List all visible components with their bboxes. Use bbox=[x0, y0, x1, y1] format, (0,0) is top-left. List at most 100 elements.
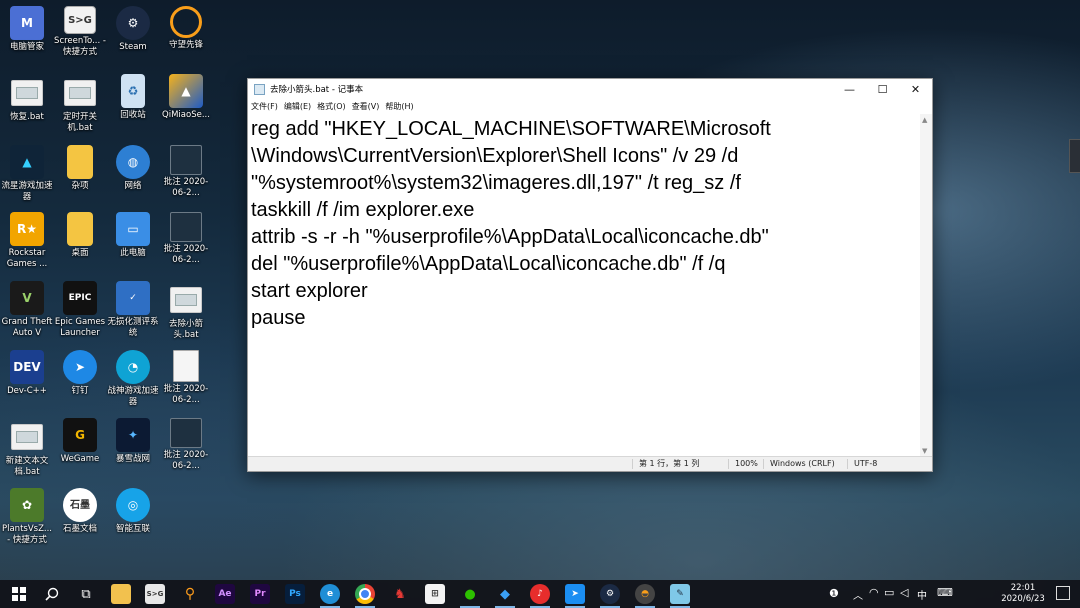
desktop-icon-wegame[interactable]: G WeGame bbox=[53, 418, 107, 465]
menu-format[interactable]: 格式(O) bbox=[317, 101, 346, 112]
menu-help[interactable]: 帮助(H) bbox=[385, 101, 413, 112]
input-language[interactable]: 中 bbox=[917, 587, 927, 602]
desktop-icon-label: 回收站 bbox=[120, 110, 146, 120]
meteor-accelerator-icon: ▲ bbox=[10, 145, 44, 179]
desktop-icon-screenshot-3[interactable]: 批注 2020-06-2... bbox=[159, 350, 213, 406]
side-widget[interactable] bbox=[1069, 139, 1080, 173]
desktop-icon-screenshot-2[interactable]: 批注 2020-06-2... bbox=[159, 212, 213, 266]
menu-edit[interactable]: 编辑(E) bbox=[284, 101, 311, 112]
desktop-icon-smart-connect[interactable]: ◎ 智能互联 bbox=[106, 488, 160, 535]
window-title: 去除小箭头.bat - 记事本 bbox=[270, 85, 364, 95]
desktop-icon-remove-arrow-bat[interactable]: 去除小箭头.bat bbox=[159, 281, 213, 341]
desktop-icon-screenshot-4[interactable]: 批注 2020-06-2... bbox=[159, 418, 213, 472]
ime-icon[interactable]: ⌨ bbox=[937, 586, 953, 599]
maximize-button[interactable]: ☐ bbox=[866, 79, 899, 99]
desktop-icon-devcpp[interactable]: DEV Dev-C++ bbox=[0, 350, 54, 397]
file-explorer-button[interactable] bbox=[111, 584, 131, 604]
desktop-icon-newtext-bat[interactable]: 新建文本文档.bat bbox=[0, 418, 54, 478]
title-bar[interactable]: 去除小箭头.bat - 记事本 — ☐ ✕ bbox=[248, 79, 932, 99]
desktop-icon-pvz[interactable]: ✿ PlantsVsZ... - 快捷方式 bbox=[0, 488, 54, 546]
wegame-icon: G bbox=[63, 418, 97, 452]
desktop-icon-meteor[interactable]: ▲ 流星游戏加速器 bbox=[0, 145, 54, 203]
store-button[interactable]: ⊞ bbox=[425, 584, 445, 604]
desktop-icon-recycle-bin[interactable]: ♻ 回收站 bbox=[106, 74, 160, 121]
wps-button[interactable]: ◆ bbox=[495, 584, 515, 608]
netease-music-button[interactable]: ♪ bbox=[530, 584, 550, 608]
wps-icon: ◆ bbox=[500, 586, 510, 602]
desktop-icon-shimo[interactable]: 石墨 石墨文档 bbox=[53, 488, 107, 535]
volume-icon[interactable]: ◁ bbox=[900, 586, 908, 599]
steam-taskbar-button[interactable]: ⚙ bbox=[600, 584, 620, 608]
desktop-icon-label: Steam bbox=[119, 42, 147, 52]
chevron-up-icon[interactable]: ︿ bbox=[853, 587, 863, 602]
close-button[interactable]: ✕ bbox=[899, 79, 932, 99]
desktop-icon-network[interactable]: ◍ 网络 bbox=[106, 145, 160, 192]
wechat-button[interactable]: ● bbox=[460, 584, 480, 608]
desktop-icon-label: ScreenTo... - 快捷方式 bbox=[54, 36, 106, 57]
notepad-icon bbox=[254, 83, 265, 95]
tray-app-button[interactable]: ♞ bbox=[390, 584, 410, 604]
rockstar-icon: R★ bbox=[10, 212, 44, 246]
vertical-scrollbar[interactable]: ▲ ▼ bbox=[920, 114, 932, 457]
dingtalk-taskbar-button[interactable]: ➤ bbox=[565, 584, 585, 608]
search-button[interactable] bbox=[42, 584, 62, 604]
after-effects-button[interactable]: Ae bbox=[215, 584, 235, 604]
battery-icon[interactable]: ▭ bbox=[884, 586, 894, 599]
premiere-button[interactable]: Pr bbox=[250, 584, 270, 604]
desktop-icon-label: 此电脑 bbox=[120, 248, 146, 258]
notepad-taskbar-button[interactable]: ✎ bbox=[670, 584, 690, 608]
screenshot-thumb-icon bbox=[170, 418, 202, 448]
wifi-icon[interactable]: ◠ bbox=[869, 586, 879, 599]
menu-file[interactable]: 文件(F) bbox=[251, 101, 278, 112]
notepad-window[interactable]: 去除小箭头.bat - 记事本 — ☐ ✕ 文件(F) 编辑(E) 格式(O) … bbox=[247, 78, 933, 472]
overwatch-taskbar-button[interactable]: ◓ bbox=[635, 584, 655, 608]
screento-taskbar-button[interactable]: S>G bbox=[145, 584, 165, 604]
overwatch-icon bbox=[170, 6, 202, 38]
search-tool-button[interactable]: ⚲ bbox=[180, 584, 200, 604]
dingtalk-icon: ➤ bbox=[63, 350, 97, 384]
desktop-icon-steam[interactable]: ⚙ Steam bbox=[106, 6, 160, 53]
bat-file-icon bbox=[64, 80, 96, 106]
desktop-icon-qimiao[interactable]: ▲ QiMiaoSe... bbox=[159, 74, 213, 121]
benchmark-icon: ✓ bbox=[116, 281, 150, 315]
notification-icon[interactable] bbox=[1056, 586, 1070, 600]
desktop-icon-misc-folder[interactable]: 杂项 bbox=[53, 145, 107, 192]
desktop-icon-battlenet[interactable]: ✦ 暴雪战网 bbox=[106, 418, 160, 465]
desktop-icon-dingtalk[interactable]: ➤ 钉钉 bbox=[53, 350, 107, 397]
text-editor[interactable]: reg add "HKEY_LOCAL_MACHINE\SOFTWARE\Mic… bbox=[248, 114, 920, 457]
edge-button[interactable]: e bbox=[320, 584, 340, 608]
minimize-button[interactable]: — bbox=[833, 79, 866, 99]
desktop-icon-epic[interactable]: EPIC Epic Games Launcher bbox=[53, 281, 107, 339]
desktop-icon-benchmark[interactable]: ✓ 无损化测评系统 bbox=[106, 281, 160, 339]
chrome-button[interactable] bbox=[355, 584, 375, 608]
desktop-folder-icon bbox=[67, 212, 93, 246]
desktop-icon-zhanshen[interactable]: ◔ 战神游戏加速器 bbox=[106, 350, 160, 408]
tray-app-icon[interactable]: ❶ bbox=[829, 587, 839, 600]
desktop-icon-screenshot-1[interactable]: 批注 2020-06-2... bbox=[159, 145, 213, 199]
taskbar: ⧉ S>G ⚲ Ae Pr Ps e ♞ ⊞ ● ◆ ♪ ➤ ⚙ ◓ ✎ ❶ ︿… bbox=[0, 580, 1080, 608]
desktop-icon-overwatch[interactable]: 守望先锋 bbox=[159, 6, 213, 51]
photoshop-button[interactable]: Ps bbox=[285, 584, 305, 604]
desktop-icon-screento[interactable]: S>G ScreenTo... - 快捷方式 bbox=[53, 6, 107, 58]
desktop-icon-label: 批注 2020-06-2... bbox=[163, 450, 209, 471]
desktop-icon-desktop-folder[interactable]: 桌面 bbox=[53, 212, 107, 259]
desktop-icon-shutdown-bat[interactable]: 定时开关机.bat bbox=[53, 74, 107, 134]
desktop-icon-pc-manager[interactable]: M 电脑管家 bbox=[0, 6, 54, 53]
menu-view[interactable]: 查看(V) bbox=[352, 101, 380, 112]
start-button[interactable] bbox=[9, 584, 29, 604]
bat-file-icon bbox=[11, 80, 43, 106]
desktop-icon-label: 杂项 bbox=[71, 181, 89, 191]
desktop-icon-this-pc[interactable]: ▭ 此电脑 bbox=[106, 212, 160, 259]
desktop-icon-gta[interactable]: V Grand Theft Auto V bbox=[0, 281, 54, 339]
desktop-icon-label: 网络 bbox=[124, 181, 142, 191]
desktop-icon-restore-bat[interactable]: 恢复.bat bbox=[0, 74, 54, 123]
task-view-button[interactable]: ⧉ bbox=[76, 584, 96, 604]
scroll-up-icon[interactable]: ▲ bbox=[922, 116, 927, 124]
scroll-down-icon[interactable]: ▼ bbox=[922, 447, 927, 455]
search-icon bbox=[45, 587, 59, 601]
clock[interactable]: 22:01 2020/6/23 bbox=[998, 583, 1048, 605]
desktop-icon-rockstar[interactable]: R★ Rockstar Games ... bbox=[0, 212, 54, 270]
desktop-icon-label: 电脑管家 bbox=[9, 42, 44, 52]
desktop-icon-label: WeGame bbox=[60, 454, 100, 464]
netease-music-icon: ♪ bbox=[537, 589, 543, 599]
